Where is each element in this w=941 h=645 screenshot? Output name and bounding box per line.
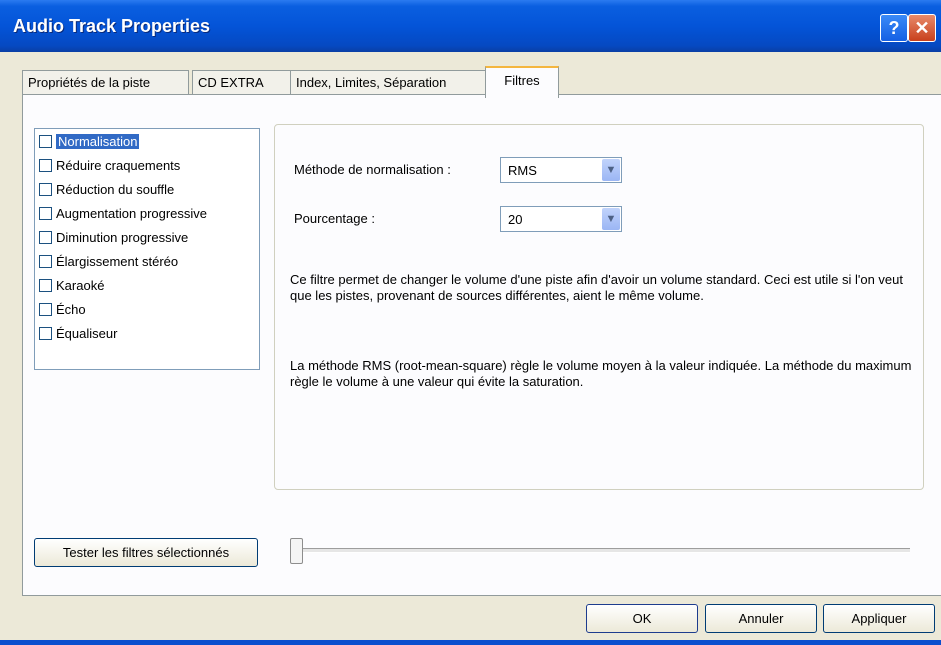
filter-checkbox-echo[interactable] bbox=[39, 302, 52, 316]
filter-label: Augmentation progressive bbox=[56, 205, 208, 221]
test-filters-button[interactable]: Tester les filtres sélectionnés bbox=[34, 538, 258, 567]
help-icon[interactable]: ? bbox=[880, 14, 908, 42]
filter-checkbox-equaliseur[interactable] bbox=[39, 326, 52, 340]
tab-cd-extra[interactable]: CD EXTRA bbox=[192, 70, 292, 95]
filter-list[interactable]: Normalisation Réduire craquements Réduct… bbox=[34, 128, 260, 370]
filter-item-karaoke[interactable]: Karaoké bbox=[39, 275, 104, 295]
method-select[interactable]: RMS ▼ bbox=[500, 157, 622, 183]
close-glyph: ✕ bbox=[914, 18, 930, 38]
help-glyph: ? bbox=[888, 18, 900, 38]
ok-button[interactable]: OK bbox=[586, 604, 698, 633]
filter-item-equaliseur[interactable]: Équaliseur bbox=[39, 323, 117, 343]
chevron-down-icon[interactable]: ▼ bbox=[602, 159, 620, 181]
filter-item-diminution-progressive[interactable]: Diminution progressive bbox=[39, 227, 188, 247]
preview-slider-track[interactable] bbox=[298, 548, 910, 553]
filter-item-normalisation[interactable]: Normalisation bbox=[39, 131, 140, 151]
percent-select-value: 20 bbox=[508, 212, 523, 227]
tab-filtres[interactable]: Filtres bbox=[485, 66, 559, 98]
close-icon[interactable]: ✕ bbox=[908, 14, 936, 42]
chevron-down-icon[interactable]: ▼ bbox=[602, 208, 620, 230]
filter-checkbox-augmentation-progressive[interactable] bbox=[39, 206, 52, 220]
filter-label: Équaliseur bbox=[56, 325, 118, 341]
window-bottom-border bbox=[0, 640, 941, 645]
filter-checkbox-reduction-souffle[interactable] bbox=[39, 182, 52, 196]
filter-label: Élargissement stéréo bbox=[56, 253, 179, 269]
filter-item-elargissement-stereo[interactable]: Élargissement stéréo bbox=[39, 251, 178, 271]
apply-button[interactable]: Appliquer bbox=[823, 604, 935, 633]
audio-track-properties-window: Audio Track Properties ? ✕ Propriétés de… bbox=[0, 0, 941, 645]
method-select-value: RMS bbox=[508, 163, 537, 178]
filter-item-reduction-souffle[interactable]: Réduction du souffle bbox=[39, 179, 174, 199]
filter-checkbox-elargissement-stereo[interactable] bbox=[39, 254, 52, 268]
filter-checkbox-reduire-craquements[interactable] bbox=[39, 158, 52, 172]
filter-label: Karaoké bbox=[56, 277, 105, 293]
title-bar[interactable]: Audio Track Properties ? ✕ bbox=[0, 0, 941, 52]
filter-item-echo[interactable]: Écho bbox=[39, 299, 86, 319]
filter-checkbox-karaoke[interactable] bbox=[39, 278, 52, 292]
percent-select[interactable]: 20 ▼ bbox=[500, 206, 622, 232]
tab-index-limites-separation[interactable]: Index, Limites, Séparation bbox=[290, 70, 498, 95]
method-label: Méthode de normalisation : bbox=[294, 162, 451, 177]
filter-checkbox-normalisation[interactable] bbox=[39, 134, 52, 148]
filter-label: Normalisation bbox=[56, 133, 140, 149]
filter-label: Réduire craquements bbox=[56, 157, 181, 173]
filter-description-1: Ce filtre permet de changer le volume d'… bbox=[290, 272, 903, 303]
filter-label: Écho bbox=[56, 301, 86, 317]
filter-description-2: La méthode RMS (root-mean-square) règle … bbox=[290, 358, 912, 389]
percent-label: Pourcentage : bbox=[294, 211, 375, 226]
tab-proprietes-piste[interactable]: Propriétés de la piste bbox=[22, 70, 189, 95]
filter-label: Diminution progressive bbox=[56, 229, 189, 245]
cancel-button[interactable]: Annuler bbox=[705, 604, 817, 633]
window-title: Audio Track Properties bbox=[13, 16, 211, 36]
filter-item-reduire-craquements[interactable]: Réduire craquements bbox=[39, 155, 180, 175]
filter-label: Réduction du souffle bbox=[56, 181, 175, 197]
filter-item-augmentation-progressive[interactable]: Augmentation progressive bbox=[39, 203, 207, 223]
filter-checkbox-diminution-progressive[interactable] bbox=[39, 230, 52, 244]
preview-slider-thumb[interactable] bbox=[290, 538, 303, 564]
